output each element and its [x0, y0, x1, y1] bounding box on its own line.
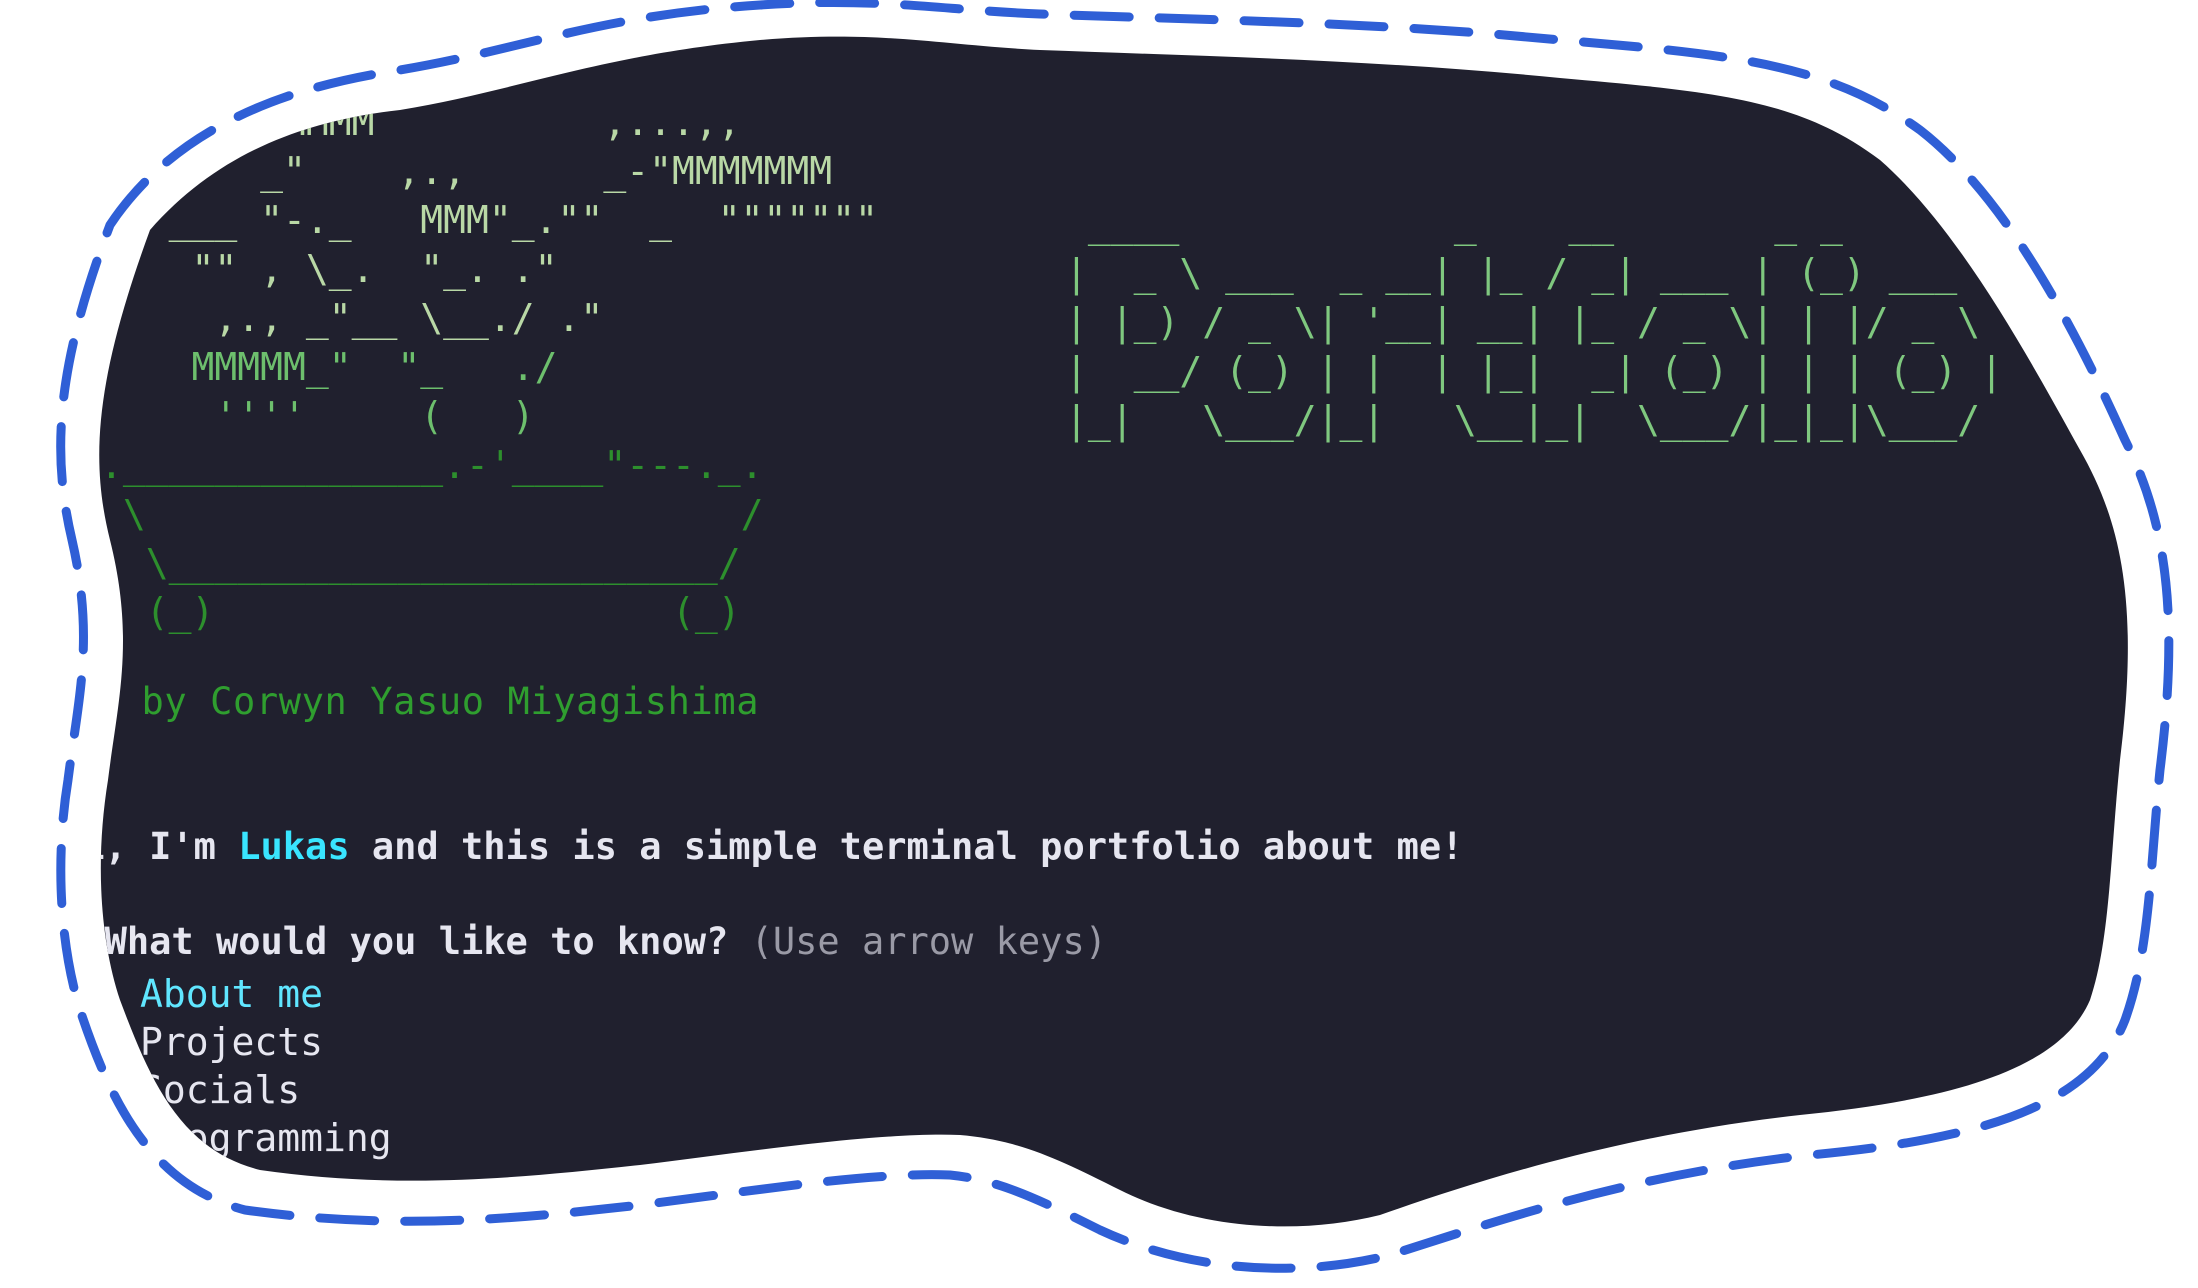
art-line: \________________________/ — [100, 541, 741, 585]
terminal-window: MMMM ,...,, _" ,., _-"MMMMMMM ___ "-._ M… — [0, 0, 2198, 1288]
intro-name: Lukas — [238, 825, 350, 868]
art-line: (_) (_) — [100, 590, 741, 634]
banner-line: |_| \___/|_| \__|_| \___/|_|_|\___/ — [1065, 398, 1981, 442]
banner-line: | _ \ ___ _ __| |_ / _| ___ | (_) ___ — [1065, 251, 1958, 295]
art-line: \ / — [100, 492, 764, 536]
art-line: ___ "-._ MMM"_."" _ """"""" — [100, 198, 878, 242]
art-line: " "" , \_. "_. ." — [100, 247, 558, 291]
banner-line: ____ _ __ _ _ — [1065, 202, 1843, 246]
prompt-hint: (Use arrow keys) — [750, 920, 1107, 963]
bonsai-ascii-art: MMMM ,...,, _" ,., _-"MMMMMMM ___ "-._ M… — [100, 98, 878, 637]
portfolio-ascii-banner: ____ _ __ _ _ | _ \ ___ _ __| |_ / _| __… — [1065, 200, 2003, 445]
banner-line: | __/ (_) | | | |_| _| (_) | | | (_) | — [1065, 349, 2003, 393]
intro-suffix: and this is a simple terminal portfolio … — [349, 825, 1464, 868]
screenshot-canvas: MMMM ,...,, _" ,., _-"MMMMMMM ___ "-._ M… — [0, 0, 2198, 1288]
art-credit: Art by Corwyn Yasuo Miyagishima — [50, 680, 760, 723]
art-line: ,., _"__ \__./ ." — [100, 296, 604, 340]
prompt-line: ? What would you like to know? (Use arro… — [60, 920, 1107, 963]
art-line: '''' ( ) — [100, 394, 535, 438]
banner-line: | |_) / _ \| '__| __| |_ / _ \| | |/ _ \ — [1065, 300, 1981, 344]
prompt-question: What would you like to know? — [104, 920, 729, 963]
intro-line: Hi, I'm Lukas and this is a simple termi… — [60, 825, 1463, 868]
art-line: .______________.-'____"---._. — [100, 443, 764, 487]
menu-item-label: About me — [140, 972, 324, 1016]
menu-item-label: Projects — [140, 1020, 324, 1064]
art-line: MMMMM_" "_ ./ — [100, 345, 558, 389]
